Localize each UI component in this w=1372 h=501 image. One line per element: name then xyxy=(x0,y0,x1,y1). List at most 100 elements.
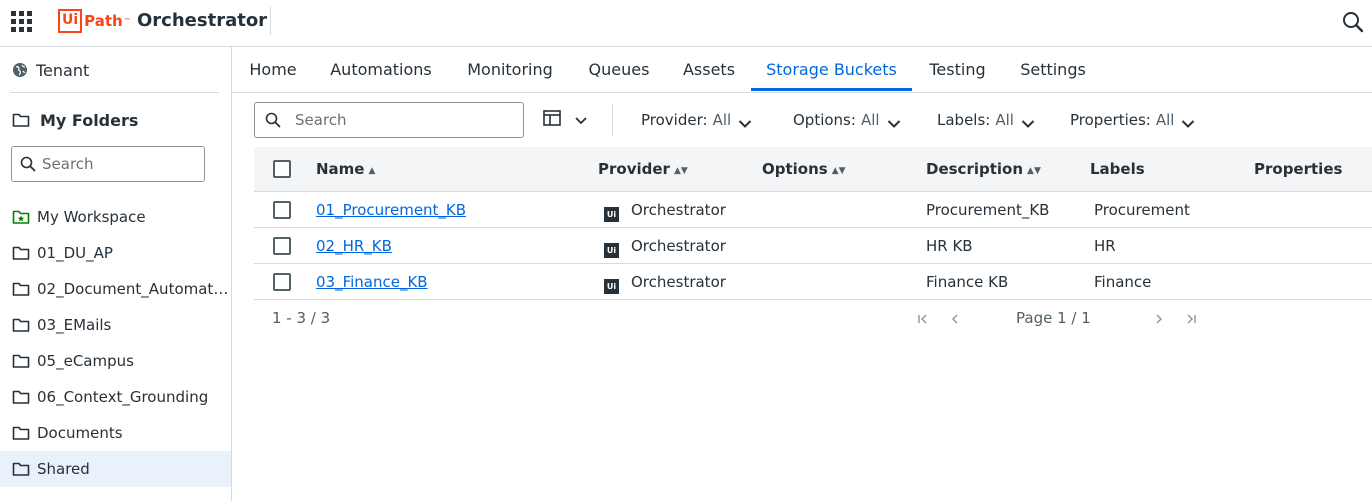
bucket-name-link[interactable]: 01_Procurement_KB xyxy=(316,201,466,219)
result-range: 1 - 3 / 3 xyxy=(272,309,331,327)
column-header-label: Properties xyxy=(1254,160,1343,178)
grid-search-box[interactable] xyxy=(254,102,524,138)
folder-item-05-ecampus[interactable]: 05_eCampus xyxy=(0,343,231,379)
folder-label: Shared xyxy=(37,460,90,478)
labels-filter[interactable]: Labels: All xyxy=(937,109,1035,131)
workspace-folder-icon xyxy=(12,209,30,225)
grid-header-row: Name ▲ Provider ▲▼ Options ▲▼ Description ▲▼… xyxy=(254,147,1372,192)
column-header-labels: Labels xyxy=(1090,147,1145,192)
row-checkbox[interactable] xyxy=(273,273,291,291)
folder-label: My Workspace xyxy=(37,208,146,226)
app-launcher-icon[interactable] xyxy=(11,11,32,32)
first-page-icon[interactable] xyxy=(914,310,932,328)
folder-item-03-emails[interactable]: 03_EMails xyxy=(0,307,231,343)
table-row[interactable]: 03_Finance_KB Ui Orchestrator Finance KB … xyxy=(254,264,1372,300)
folder-search-input[interactable] xyxy=(42,155,192,173)
provider-filter[interactable]: Provider: All xyxy=(641,109,752,131)
column-header-description[interactable]: Description ▲▼ xyxy=(926,147,1041,192)
bucket-name-link[interactable]: 03_Finance_KB xyxy=(316,273,428,291)
provider-text: Orchestrator xyxy=(631,273,726,291)
header-divider xyxy=(270,7,271,35)
folder-label: 05_eCampus xyxy=(37,352,134,370)
next-page-icon[interactable] xyxy=(1150,310,1168,328)
column-visibility-button[interactable] xyxy=(543,110,589,130)
search-icon xyxy=(20,156,36,172)
global-search-icon[interactable] xyxy=(1342,11,1364,33)
table-row[interactable]: 01_Procurement_KB Ui Orchestrator Procure… xyxy=(254,192,1372,228)
description-cell: Procurement_KB xyxy=(926,201,1050,219)
table-columns-icon xyxy=(543,110,561,130)
folder-label: Documents xyxy=(37,424,123,442)
folder-icon xyxy=(12,425,30,441)
column-header-options[interactable]: Options ▲▼ xyxy=(762,147,846,192)
folder-label: 06_Context_Grounding xyxy=(37,388,209,406)
previous-page-icon[interactable] xyxy=(946,310,964,328)
sort-toggle-icon: ▲▼ xyxy=(673,166,688,176)
options-filter[interactable]: Options: All xyxy=(793,109,901,131)
folder-list: My Workspace 01_DU_AP 02_Document_Automa… xyxy=(0,199,231,487)
folder-icon xyxy=(12,461,30,477)
chevron-down-icon xyxy=(738,115,752,128)
filter-value: All xyxy=(995,111,1014,129)
grid-search-input[interactable] xyxy=(295,111,515,129)
tenant-label: Tenant xyxy=(36,60,90,80)
folder-item-02-document-automation[interactable]: 02_Document_Automati... xyxy=(0,271,231,307)
tab-queues[interactable]: Queues xyxy=(572,47,666,92)
filter-name: Labels: xyxy=(937,111,991,129)
tab-storage-buckets[interactable]: Storage Buckets xyxy=(751,47,912,92)
sort-toggle-icon: ▲▼ xyxy=(831,166,846,176)
row-checkbox[interactable] xyxy=(273,237,291,255)
description-cell: HR KB xyxy=(926,237,973,255)
tab-assets[interactable]: Assets xyxy=(666,47,752,92)
main-tabs: Home Automations Monitoring Queues Asset… xyxy=(232,47,1372,93)
column-header-name[interactable]: Name ▲ xyxy=(316,147,375,192)
sidebar-divider xyxy=(10,92,219,93)
logo-ui-mark: Ui xyxy=(58,9,83,33)
filter-value: All xyxy=(1155,111,1175,129)
bucket-name-cell: 03_Finance_KB xyxy=(316,264,428,300)
table-row[interactable]: 02_HR_KB Ui Orchestrator HR KB HR xyxy=(254,228,1372,264)
description-cell: Finance KB xyxy=(926,273,1009,291)
tab-automations[interactable]: Automations xyxy=(314,47,448,92)
tab-monitoring[interactable]: Monitoring xyxy=(448,47,572,92)
provider-text: Orchestrator xyxy=(631,237,726,255)
folder-item-06-context-grounding[interactable]: 06_Context_Grounding xyxy=(0,379,231,415)
bucket-name-cell: 02_HR_KB xyxy=(316,228,392,264)
filter-value: All xyxy=(860,111,880,129)
tab-settings[interactable]: Settings xyxy=(1003,47,1103,92)
folder-item-shared[interactable]: Shared xyxy=(0,451,231,487)
folder-icon xyxy=(12,389,30,405)
folder-label: 02_Document_Automati... xyxy=(37,280,229,298)
product-name: Orchestrator xyxy=(137,10,268,31)
provider-cell: Ui Orchestrator xyxy=(604,192,726,228)
sort-toggle-icon: ▲▼ xyxy=(1027,166,1041,176)
folder-sidebar: Tenant My Folders My Workspace xyxy=(0,47,232,501)
tenant-link[interactable]: Tenant xyxy=(12,59,89,81)
folder-outline-icon xyxy=(12,112,30,128)
provider-cell: Ui Orchestrator xyxy=(604,228,726,264)
globe-icon xyxy=(12,62,28,78)
filter-name: Provider: xyxy=(641,111,708,129)
tab-home[interactable]: Home xyxy=(232,47,314,92)
column-header-label: Description xyxy=(926,160,1024,178)
folder-item-my-workspace[interactable]: My Workspace xyxy=(0,199,231,235)
uipath-provider-icon: Ui xyxy=(604,207,619,222)
my-folders-header: My Folders xyxy=(12,109,138,131)
uipath-logo[interactable]: Ui Path ™ xyxy=(58,8,131,34)
properties-filter[interactable]: Properties: All xyxy=(1070,109,1195,131)
column-header-properties: Properties xyxy=(1254,147,1342,192)
folder-item-documents[interactable]: Documents xyxy=(0,415,231,451)
last-page-icon[interactable] xyxy=(1182,310,1200,328)
column-header-label: Options xyxy=(762,160,828,178)
chevron-down-icon xyxy=(1021,115,1035,128)
column-header-label: Name xyxy=(316,160,365,178)
folder-search-box[interactable] xyxy=(11,146,205,182)
folder-label: 01_DU_AP xyxy=(37,244,113,262)
folder-item-01-du-ap[interactable]: 01_DU_AP xyxy=(0,235,231,271)
folder-label: 03_EMails xyxy=(37,316,112,334)
bucket-name-link[interactable]: 02_HR_KB xyxy=(316,237,392,255)
column-header-provider[interactable]: Provider ▲▼ xyxy=(598,147,688,192)
select-all-checkbox[interactable] xyxy=(273,160,291,178)
tab-testing[interactable]: Testing xyxy=(912,47,1003,92)
row-checkbox[interactable] xyxy=(273,201,291,219)
